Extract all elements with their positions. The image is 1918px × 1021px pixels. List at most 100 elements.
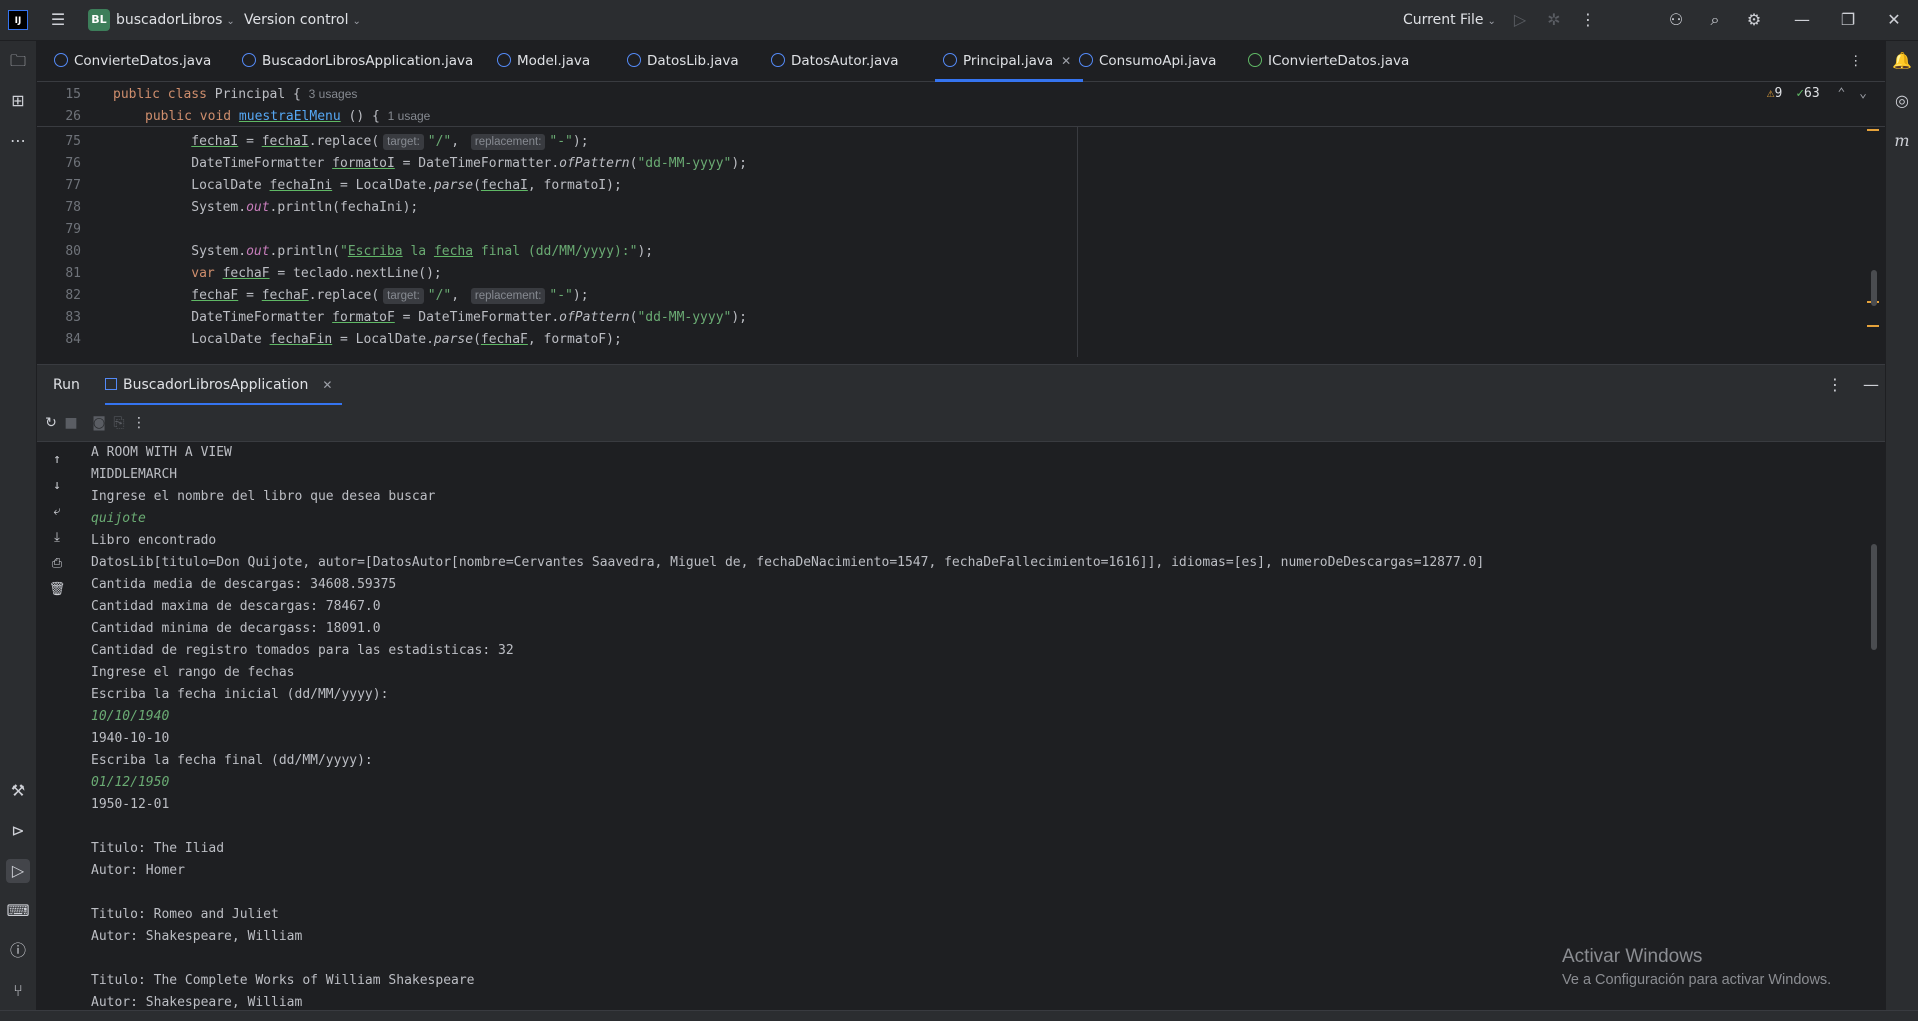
code-keyword: public class <box>113 87 207 102</box>
stop-icon[interactable]: ■ <box>61 411 81 435</box>
search-icon[interactable]: ⌕ <box>1703 8 1727 32</box>
code-line: 75 fechaI = fechaI.replace(target: "/", r… <box>37 131 589 153</box>
chevron-down-icon[interactable]: ⌄ <box>1859 86 1867 101</box>
code-text: Principal { <box>214 87 301 102</box>
tab-consumo-api[interactable]: ConsumoApi.java <box>1079 41 1216 81</box>
chevron-down-icon: ⌄ <box>1487 16 1496 27</box>
more-actions-icon[interactable]: ⋮ <box>1576 8 1600 32</box>
problems-icon[interactable]: ⓘ <box>6 939 30 963</box>
console-input-line: 01/12/1950 <box>91 775 170 790</box>
console-output-line: Cantidad maxima de descargas: 78467.0 <box>91 599 381 614</box>
class-icon <box>242 53 256 67</box>
editor-tabs: ConvierteDatos.java BuscadorLibrosApplic… <box>37 41 1885 82</box>
vcs-selector[interactable]: Version control ⌄ <box>244 0 361 40</box>
intellij-logo-icon[interactable]: IJ <box>8 10 28 30</box>
usages-hint[interactable]: 3 usages <box>309 87 358 101</box>
debug-icon[interactable]: ✲ <box>1542 8 1566 32</box>
main-menu-icon[interactable]: ☰ <box>46 8 70 32</box>
console-output-line: 1940-10-10 <box>91 731 170 746</box>
code-text: () { <box>340 109 380 124</box>
close-tab-icon[interactable]: ✕ <box>1061 54 1071 68</box>
code-line: 79 <box>37 219 113 241</box>
git-branch-icon[interactable]: ⑂ <box>6 979 30 1003</box>
console-output-line: Autor: Shakespeare, William <box>91 995 303 1010</box>
project-name: buscadorLibros <box>116 12 223 28</box>
run-toolbar: ↻ ■ ◙ ⎘ ⋮ <box>37 405 1885 442</box>
project-selector[interactable]: BL buscadorLibros ⌄ <box>88 0 235 40</box>
sticky-line[interactable]: 26 public void muestraElMenu () { 1 usage <box>37 105 430 127</box>
soft-wrap-icon[interactable]: ⤶ <box>47 502 67 522</box>
code-editor[interactable]: 75 fechaI = fechaI.replace(target: "/", r… <box>37 127 1885 357</box>
line-number: 15 <box>65 87 81 102</box>
print-icon[interactable]: ⎙ <box>47 554 67 574</box>
clear-trash-icon[interactable]: 🗑 <box>47 580 67 600</box>
code-line: 84 LocalDate fechaFin = LocalDate.parse(… <box>37 329 621 351</box>
run-icon[interactable]: ▷ <box>1508 8 1532 32</box>
rerun-icon[interactable]: ↻ <box>41 411 61 435</box>
close-window-icon[interactable]: ✕ <box>1882 8 1906 32</box>
console-output-line: Libro encontrado <box>91 533 217 548</box>
console-output[interactable]: ↑ ↓ ⤶ ⤓ ⎙ 🗑 A ROOM WITH A VIEW MIDDLEMARC… <box>37 442 1885 1010</box>
minimize-window-icon[interactable]: — <box>1790 8 1814 32</box>
hide-panel-icon[interactable]: — <box>1859 373 1883 397</box>
tab-model[interactable]: Model.java <box>497 41 590 81</box>
line-number: 75 <box>65 134 81 149</box>
more-tools-icon[interactable]: ⋯ <box>6 129 30 153</box>
scroll-down-icon[interactable]: ↓ <box>47 476 67 496</box>
console-output-line: Ingrese el nombre del libro que desea bu… <box>91 489 436 504</box>
console-scrollbar[interactable] <box>1871 544 1877 650</box>
restore-layout-icon[interactable]: ⎘ <box>109 411 129 435</box>
run-tool-icon[interactable]: ▷ <box>6 859 30 883</box>
terminal-icon[interactable]: ⌨ <box>6 899 30 923</box>
warning-stripe[interactable] <box>1867 129 1879 131</box>
maven-icon[interactable]: m <box>1890 129 1914 153</box>
code-keyword: public void <box>145 109 232 124</box>
more-options-icon[interactable]: ⋮ <box>129 411 149 435</box>
structure-icon[interactable]: ⊞ <box>6 89 30 113</box>
class-icon <box>943 53 957 67</box>
vcs-label: Version control <box>244 12 349 28</box>
console-output-line: Escriba la fecha inicial (dd/MM/yyyy): <box>91 687 389 702</box>
tab-label: ConsumoApi.java <box>1099 53 1217 69</box>
tab-convierte-datos[interactable]: ConvierteDatos.java <box>54 41 211 81</box>
sticky-line[interactable]: 15 public class Principal { 3 usages <box>37 83 357 105</box>
console-input-line: quijote <box>91 511 146 526</box>
line-number: 81 <box>65 266 81 281</box>
windows-activation-title: Activar Windows <box>1562 946 1703 967</box>
notifications-bell-icon[interactable]: 🔔 <box>1890 49 1914 73</box>
inspection-widget[interactable]: ⚠9 ✓63 ⌃ ⌄ <box>1767 86 1867 101</box>
tab-principal[interactable]: Principal.java ✕ <box>935 41 1084 82</box>
settings-gear-icon[interactable]: ⚙ <box>1742 8 1766 32</box>
tab-iconvierte-datos[interactable]: IConvierteDatos.java <box>1248 41 1409 81</box>
interface-icon <box>1248 53 1262 67</box>
run-options-icon[interactable]: ⋮ <box>1823 373 1847 397</box>
build-hammer-icon[interactable]: ⚒ <box>6 779 30 803</box>
run-title[interactable]: Run <box>53 365 80 405</box>
tab-buscador-libros-application[interactable]: BuscadorLibrosApplication.java <box>242 41 473 81</box>
scroll-up-icon[interactable]: ↑ <box>47 450 67 470</box>
project-folder-icon[interactable]: 🗀 <box>6 49 30 73</box>
services-icon[interactable]: ⊳ <box>6 819 30 843</box>
editor-scrollbar[interactable] <box>1871 270 1877 306</box>
scroll-to-end-icon[interactable]: ⤓ <box>47 528 67 548</box>
chevron-up-icon[interactable]: ⌃ <box>1838 86 1846 101</box>
run-config-label: Current File <box>1403 12 1484 28</box>
record-icon <box>771 53 785 67</box>
ai-assistant-icon[interactable]: ◎ <box>1890 89 1914 113</box>
tab-options-icon[interactable]: ⋮ <box>1849 41 1863 81</box>
tab-datos-autor[interactable]: DatosAutor.java <box>771 41 899 81</box>
console-output-line: DatosLib[titulo=Don Quijote, autor=[Dato… <box>91 555 1485 570</box>
console-output-line: Cantidad minima de decargass: 18091.0 <box>91 621 381 636</box>
restore-window-icon[interactable]: ❐ <box>1836 8 1860 32</box>
screenshot-icon[interactable]: ◙ <box>89 411 109 435</box>
run-config-selector[interactable]: Current File ⌄ <box>1403 0 1496 40</box>
warning-stripe[interactable] <box>1867 325 1879 327</box>
add-user-icon[interactable]: ⚇ <box>1664 8 1688 32</box>
tab-datos-lib[interactable]: DatosLib.java <box>627 41 739 81</box>
tab-label: DatosLib.java <box>647 53 739 69</box>
console-output-line: Escriba la fecha final (dd/MM/yyyy): <box>91 753 373 768</box>
run-tab-buscador-libros[interactable]: BuscadorLibrosApplication ✕ <box>105 365 343 406</box>
close-tab-icon[interactable]: ✕ <box>322 378 332 392</box>
usages-hint[interactable]: 1 usage <box>388 109 431 123</box>
line-number: 26 <box>65 109 81 124</box>
